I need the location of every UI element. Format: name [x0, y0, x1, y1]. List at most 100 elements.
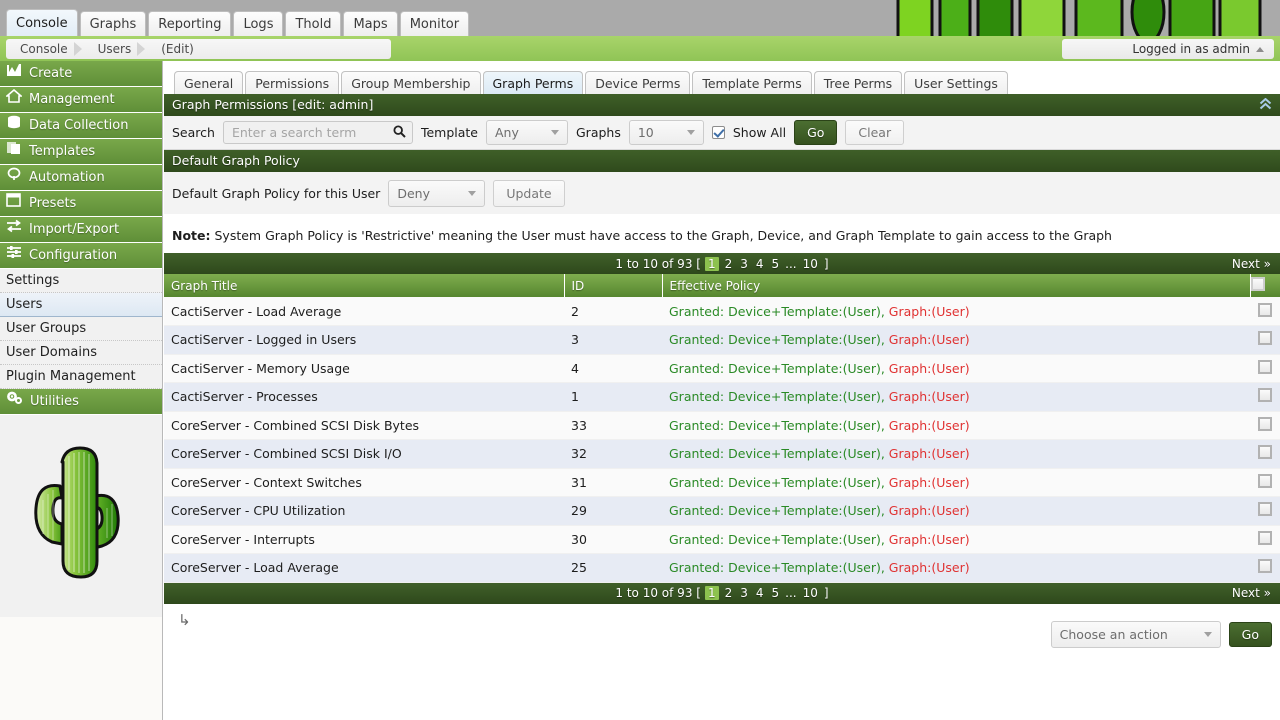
row-checkbox[interactable]	[1258, 331, 1272, 345]
page-link-2[interactable]: 2	[723, 257, 735, 271]
template-select[interactable]: Any	[486, 120, 568, 145]
page-link-3[interactable]: 3	[738, 257, 750, 271]
show-all-checkbox[interactable]	[712, 126, 725, 139]
page-link-1[interactable]: 1	[705, 257, 719, 271]
cell-graph-title[interactable]: CoreServer - Interrupts	[164, 525, 564, 554]
main-tab-console[interactable]: Console	[6, 9, 78, 36]
row-checkbox[interactable]	[1258, 502, 1272, 516]
choose-action-value: Choose an action	[1060, 627, 1168, 642]
graphs-rows-select[interactable]: 10	[629, 120, 704, 145]
search-icon[interactable]	[393, 125, 406, 141]
cell-graph-title[interactable]: CactiServer - Logged in Users	[164, 326, 564, 355]
tab-user-settings[interactable]: User Settings	[904, 71, 1008, 94]
sidebar-item-user-domains[interactable]: User Domains	[0, 341, 162, 365]
sidebar-item-presets[interactable]: Presets	[0, 191, 162, 217]
main-tab-reporting[interactable]: Reporting	[148, 11, 231, 36]
cell-graph-title[interactable]: CactiServer - Processes	[164, 383, 564, 412]
row-checkbox[interactable]	[1258, 417, 1272, 431]
column-header-effective-policy[interactable]: Effective Policy	[662, 274, 1250, 297]
table-row[interactable]: CactiServer - Logged in Users 3 Granted:…	[164, 326, 1280, 355]
table-row[interactable]: CactiServer - Memory Usage 4 Granted: De…	[164, 354, 1280, 383]
page-link-4[interactable]: 4	[754, 257, 766, 271]
breadcrumb-item-console[interactable]: Console	[6, 39, 84, 59]
tab-tree-perms[interactable]: Tree Perms	[814, 71, 902, 94]
sidebar-item-users[interactable]: Users	[0, 293, 162, 317]
chevron-double-up-icon[interactable]	[1259, 98, 1272, 112]
breadcrumb-item-users[interactable]: Users	[84, 39, 148, 59]
table-row[interactable]: CactiServer - Processes 1 Granted: Devic…	[164, 383, 1280, 412]
row-checkbox[interactable]	[1258, 360, 1272, 374]
sidebar-item-data-collection[interactable]: Data Collection	[0, 113, 162, 139]
row-checkbox[interactable]	[1258, 388, 1272, 402]
cell-graph-title[interactable]: CactiServer - Load Average	[164, 297, 564, 326]
main-tab-bar[interactable]: Console Graphs Reporting Logs Thold Maps…	[6, 6, 469, 36]
sidebar-item-create[interactable]: Create	[0, 61, 162, 87]
logged-in-user-menu[interactable]: Logged in as admin	[1062, 39, 1274, 59]
cell-id: 1	[564, 383, 662, 412]
page-link-10[interactable]: 10	[801, 257, 820, 271]
row-checkbox[interactable]	[1258, 474, 1272, 488]
page-link-1[interactable]: 1	[705, 586, 719, 600]
row-checkbox[interactable]	[1258, 559, 1272, 573]
sidebar-item-settings[interactable]: Settings	[0, 269, 162, 293]
main-tab-graphs[interactable]: Graphs	[80, 11, 147, 36]
main-tab-monitor[interactable]: Monitor	[400, 11, 469, 36]
page-link-4[interactable]: 4	[754, 586, 766, 600]
tab-template-perms[interactable]: Template Perms	[692, 71, 811, 94]
sidebar-item-configuration[interactable]: Configuration	[0, 243, 162, 269]
table-row[interactable]: CoreServer - Load Average 25 Granted: De…	[164, 554, 1280, 583]
default-graph-policy-select[interactable]: Deny	[388, 180, 485, 207]
template-select-value: Any	[495, 125, 519, 140]
table-row[interactable]: CoreServer - CPU Utilization 29 Granted:…	[164, 497, 1280, 526]
filter-go-button[interactable]: Go	[794, 120, 837, 145]
cell-graph-title[interactable]: CoreServer - Combined SCSI Disk I/O	[164, 440, 564, 469]
tab-general[interactable]: General	[174, 71, 243, 94]
page-link-2[interactable]: 2	[723, 586, 735, 600]
sidebar-item-user-groups[interactable]: User Groups	[0, 317, 162, 341]
sidebar-item-automation[interactable]: Automation	[0, 165, 162, 191]
cell-graph-title[interactable]: CoreServer - Load Average	[164, 554, 564, 583]
filter-clear-button[interactable]: Clear	[845, 120, 904, 145]
cell-graph-title[interactable]: CoreServer - Combined SCSI Disk Bytes	[164, 411, 564, 440]
page-link-3[interactable]: 3	[738, 586, 750, 600]
table-row[interactable]: CoreServer - Combined SCSI Disk Bytes 33…	[164, 411, 1280, 440]
table-row[interactable]: CoreServer - Combined SCSI Disk I/O 32 G…	[164, 440, 1280, 469]
next-page-link[interactable]: Next »	[1232, 257, 1271, 271]
page-link-5[interactable]: 5	[770, 257, 782, 271]
tab-permissions[interactable]: Permissions	[245, 71, 339, 94]
main-tab-thold[interactable]: Thold	[285, 11, 341, 36]
main-tab-maps[interactable]: Maps	[343, 11, 397, 36]
sidebar-item-management[interactable]: Management	[0, 87, 162, 113]
tab-graph-perms[interactable]: Graph Perms	[483, 71, 584, 94]
sidebar-item-import-export[interactable]: Import/Export	[0, 217, 162, 243]
row-checkbox[interactable]	[1258, 531, 1272, 545]
table-row[interactable]: CoreServer - Context Switches 31 Granted…	[164, 468, 1280, 497]
column-header-id[interactable]: ID	[564, 274, 662, 297]
table-row[interactable]: CactiServer - Load Average 2 Granted: De…	[164, 297, 1280, 326]
sidebar-item-plugin-management[interactable]: Plugin Management	[0, 365, 162, 389]
page-link-5[interactable]: 5	[770, 586, 782, 600]
update-button[interactable]: Update	[493, 180, 564, 207]
breadcrumb-item-edit[interactable]: (Edit)	[147, 39, 210, 59]
cell-graph-title[interactable]: CoreServer - CPU Utilization	[164, 497, 564, 526]
pagination-close-bracket: ]	[824, 257, 829, 271]
tab-device-perms[interactable]: Device Perms	[585, 71, 690, 94]
next-page-link[interactable]: Next »	[1232, 586, 1271, 600]
sidebar-item-utilities[interactable]: Utilities	[0, 389, 162, 415]
table-row[interactable]: CoreServer - Interrupts 30 Granted: Devi…	[164, 525, 1280, 554]
row-checkbox[interactable]	[1258, 303, 1272, 317]
page-link-10[interactable]: 10	[801, 586, 820, 600]
row-checkbox[interactable]	[1258, 445, 1272, 459]
search-input[interactable]	[230, 124, 389, 141]
cell-graph-title[interactable]: CoreServer - Context Switches	[164, 468, 564, 497]
search-field[interactable]	[223, 121, 413, 144]
column-header-graph-title[interactable]: Graph Title	[164, 274, 564, 297]
action-go-button[interactable]: Go	[1229, 622, 1272, 647]
sidebar-item-templates[interactable]: Templates	[0, 139, 162, 165]
tab-group-membership[interactable]: Group Membership	[341, 71, 480, 94]
sub-tab-bar[interactable]: General Permissions Group Membership Gra…	[174, 67, 1008, 94]
choose-action-select[interactable]: Choose an action	[1051, 621, 1221, 648]
select-all-checkbox[interactable]	[1251, 277, 1265, 291]
cell-graph-title[interactable]: CactiServer - Memory Usage	[164, 354, 564, 383]
main-tab-logs[interactable]: Logs	[233, 11, 283, 36]
